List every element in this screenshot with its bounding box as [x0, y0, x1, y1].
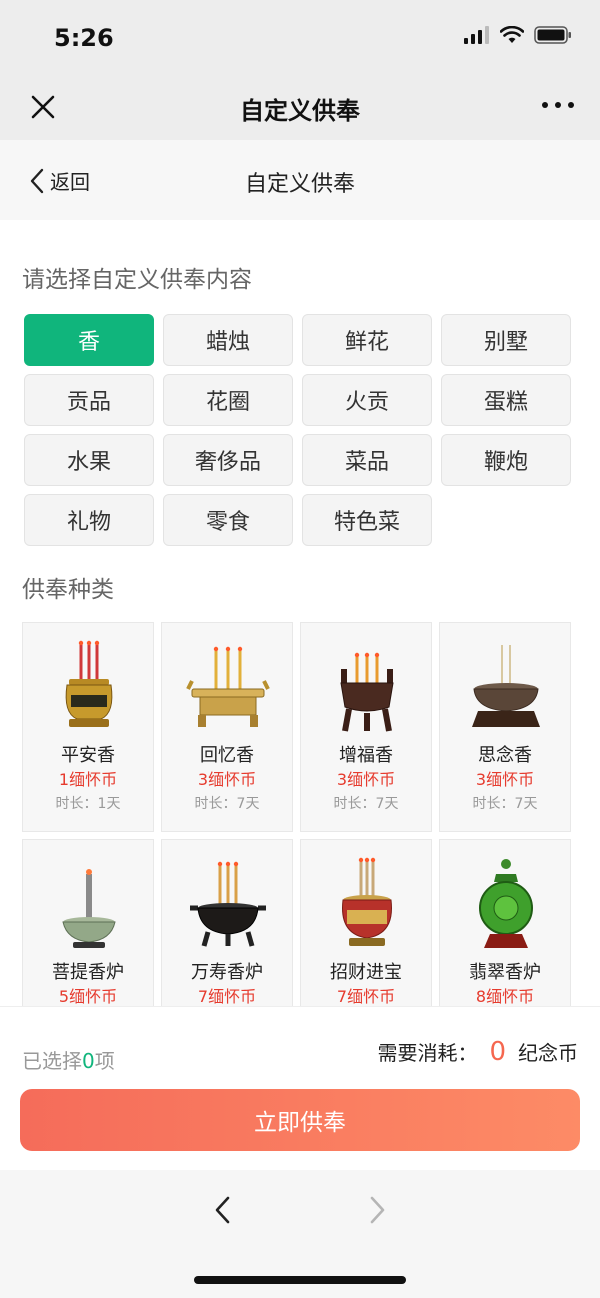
incense-altar-icon — [186, 646, 270, 727]
browser-toolbar — [0, 1170, 600, 1298]
submit-offering-button[interactable]: 立即供奉 — [20, 1089, 580, 1151]
offering-duration: 时长：7天 — [472, 796, 538, 812]
offering-price: 3缅怀币 — [475, 770, 535, 789]
category-button[interactable]: 鲜花 — [302, 314, 432, 366]
selected-number: 0 — [82, 1049, 95, 1073]
browser-back-icon[interactable] — [206, 1190, 240, 1230]
offering-name: 平安香 — [61, 745, 115, 766]
selected-prefix: 已选择 — [22, 1049, 82, 1073]
status-time: 5:26 — [54, 24, 114, 52]
offering-price: 3缅怀币 — [336, 770, 396, 789]
status-bar: 5:26 — [0, 0, 600, 74]
browser-forward-icon[interactable] — [360, 1190, 394, 1230]
offering-duration: 时长：7天 — [333, 796, 399, 812]
category-button[interactable]: 特色菜 — [302, 494, 432, 546]
category-button[interactable]: 鞭炮 — [441, 434, 571, 486]
offering-name: 思念香 — [478, 745, 532, 766]
offering-card[interactable]: 平安香 1缅怀币时长：1天 — [22, 622, 154, 832]
offering-price: 8缅怀币 — [475, 987, 535, 1006]
page-header: 返回 自定义供奉 — [0, 140, 600, 220]
category-button[interactable]: 别墅 — [441, 314, 571, 366]
category-heading: 请选择自定义供奉内容 — [22, 267, 252, 293]
offering-price: 1缅怀币 — [58, 770, 118, 789]
wechat-nav-bar: 自定义供奉 — [0, 74, 600, 140]
cost-value: 0 — [489, 1037, 506, 1067]
offering-heading: 供奉种类 — [22, 577, 114, 603]
category-button[interactable]: 零食 — [163, 494, 293, 546]
back-label: 返回 — [50, 170, 90, 194]
offering-price: 3缅怀币 — [197, 770, 257, 789]
jade-burner-icon — [479, 859, 533, 948]
offering-card[interactable]: 思念香 3缅怀币时长：7天 — [439, 622, 571, 832]
cost-summary: 需要消耗： 0 纪念币 — [377, 1037, 578, 1067]
offering-price: 7缅怀币 — [197, 987, 257, 1006]
more-menu-icon[interactable] — [542, 102, 574, 108]
cost-label: 需要消耗： — [377, 1041, 478, 1065]
offering-card[interactable]: 招财进宝 7缅怀币 — [300, 839, 432, 1006]
main-content: 请选择自定义供奉内容 香蜡烛 鲜花 别墅贡品 花圈 火贡 蛋糕水果 奢侈品 菜品 鞭炮礼物 零食特… — [0, 220, 600, 1006]
offering-card[interactable]: 菩提香炉 5缅怀币 — [22, 839, 154, 1006]
tripod-cauldron-icon — [340, 652, 394, 732]
offering-card[interactable]: 增福香 3缅怀币时长：7天 — [300, 622, 432, 832]
cellular-signal-icon — [464, 26, 489, 44]
home-indicator — [194, 1276, 406, 1284]
offering-name: 菩提香炉 — [52, 962, 124, 983]
offering-price: 5缅怀币 — [58, 987, 118, 1006]
offering-name: 回忆香 — [200, 745, 254, 766]
bottom-bar: 已选择0项 需要消耗： 0 纪念币 立即供奉 — [0, 1006, 600, 1170]
offering-card[interactable]: 万寿香炉 7缅怀币 — [161, 839, 293, 1006]
offering-duration: 时长：1天 — [55, 796, 121, 812]
status-icons — [464, 26, 572, 44]
bronze-censer-icon — [472, 645, 540, 727]
category-button[interactable]: 花圈 — [163, 374, 293, 426]
category-button[interactable]: 奢侈品 — [163, 434, 293, 486]
celadon-burner-icon — [62, 869, 116, 948]
offering-name: 万寿香炉 — [191, 962, 263, 983]
chevron-left-icon — [30, 168, 44, 193]
black-censer-icon — [190, 861, 266, 947]
page-title: 自定义供奉 — [244, 172, 355, 197]
category-button[interactable]: 火贡 — [302, 374, 432, 426]
category-button[interactable]: 蛋糕 — [441, 374, 571, 426]
back-button[interactable]: 返回 — [30, 166, 90, 195]
offering-card[interactable]: 回忆香 3缅怀币时长：7天 — [161, 622, 293, 832]
offering-price: 7缅怀币 — [336, 987, 396, 1006]
wechat-nav-title: 自定义供奉 — [240, 97, 360, 125]
selected-count: 已选择0项 — [22, 1045, 115, 1074]
fortune-burner-icon — [342, 857, 392, 946]
incense-burner-gold-icon — [65, 640, 113, 727]
category-button[interactable]: 水果 — [24, 434, 154, 486]
offering-name: 增福香 — [339, 745, 393, 766]
cost-unit: 纪念币 — [518, 1041, 578, 1065]
category-button[interactable]: 礼物 — [24, 494, 154, 546]
offering-name: 翡翠香炉 — [469, 962, 541, 983]
category-button[interactable]: 菜品 — [302, 434, 432, 486]
category-button[interactable]: 贡品 — [24, 374, 154, 426]
offering-name: 招财进宝 — [330, 962, 402, 983]
offering-duration: 时长：7天 — [194, 796, 260, 812]
category-button[interactable]: 香 — [24, 314, 154, 366]
category-button[interactable]: 蜡烛 — [163, 314, 293, 366]
battery-icon — [534, 26, 571, 44]
offering-card[interactable]: 翡翠香炉 8缅怀币 — [439, 839, 571, 1006]
selected-suffix: 项 — [94, 1049, 115, 1073]
wifi-icon — [500, 26, 524, 43]
